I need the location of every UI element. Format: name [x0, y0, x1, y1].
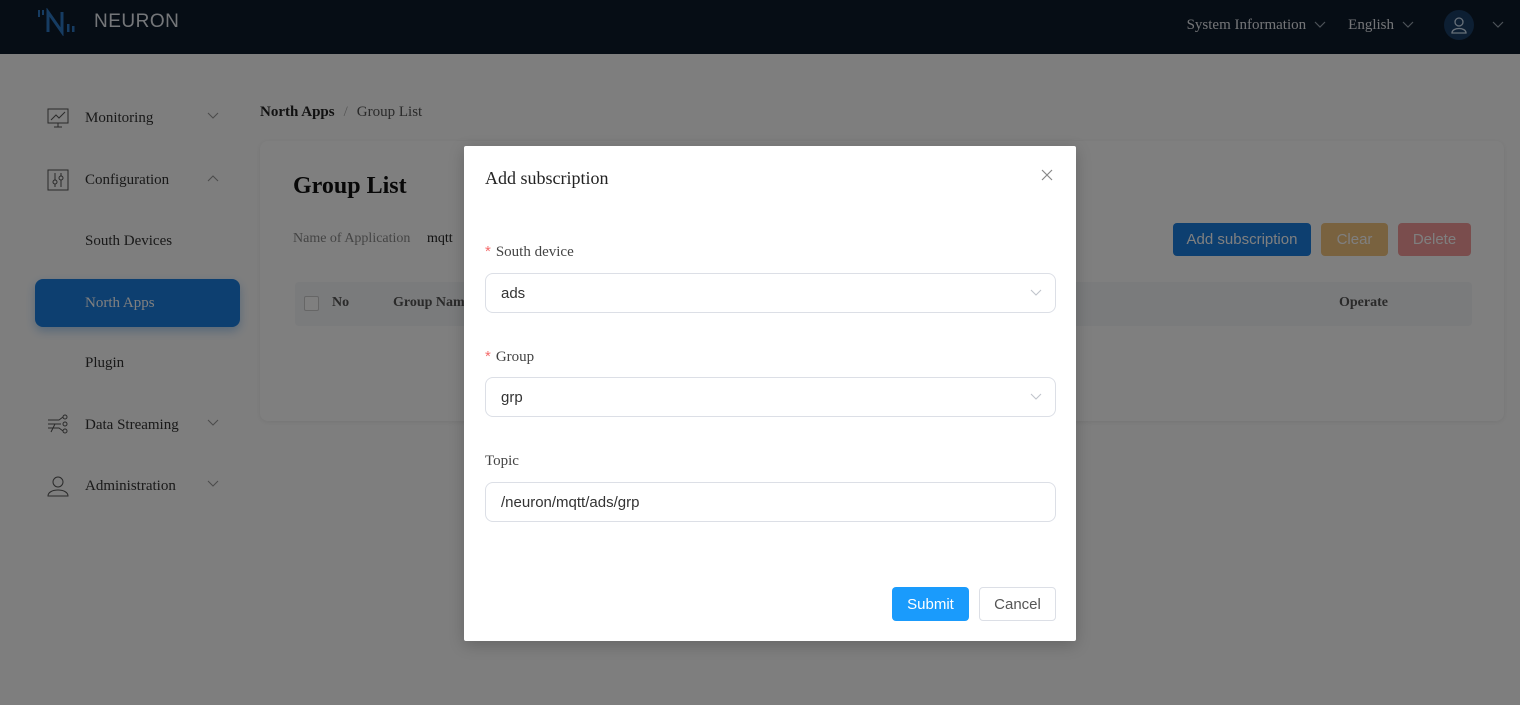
south-device-label: * South device — [485, 243, 574, 260]
close-icon[interactable] — [1040, 168, 1054, 182]
south-device-value: ads — [501, 284, 526, 302]
required-asterisk: * — [485, 348, 491, 365]
add-subscription-dialog: Add subscription * South device ads * Grou… — [464, 146, 1076, 641]
group-value: grp — [501, 388, 523, 406]
chevron-down-icon — [1030, 393, 1042, 400]
chevron-down-icon — [1030, 289, 1042, 296]
submit-button[interactable]: Submit — [892, 587, 969, 621]
topic-label: Topic — [485, 453, 519, 469]
required-asterisk: * — [485, 243, 491, 260]
dialog-title: Add subscription — [485, 168, 609, 188]
group-select[interactable]: grp — [485, 377, 1056, 417]
south-device-select[interactable]: ads — [485, 273, 1056, 313]
topic-input[interactable]: /neuron/mqtt/ads/grp — [485, 482, 1056, 522]
cancel-button[interactable]: Cancel — [979, 587, 1056, 621]
topic-value: /neuron/mqtt/ads/grp — [501, 493, 640, 511]
group-label: * Group — [485, 348, 535, 365]
